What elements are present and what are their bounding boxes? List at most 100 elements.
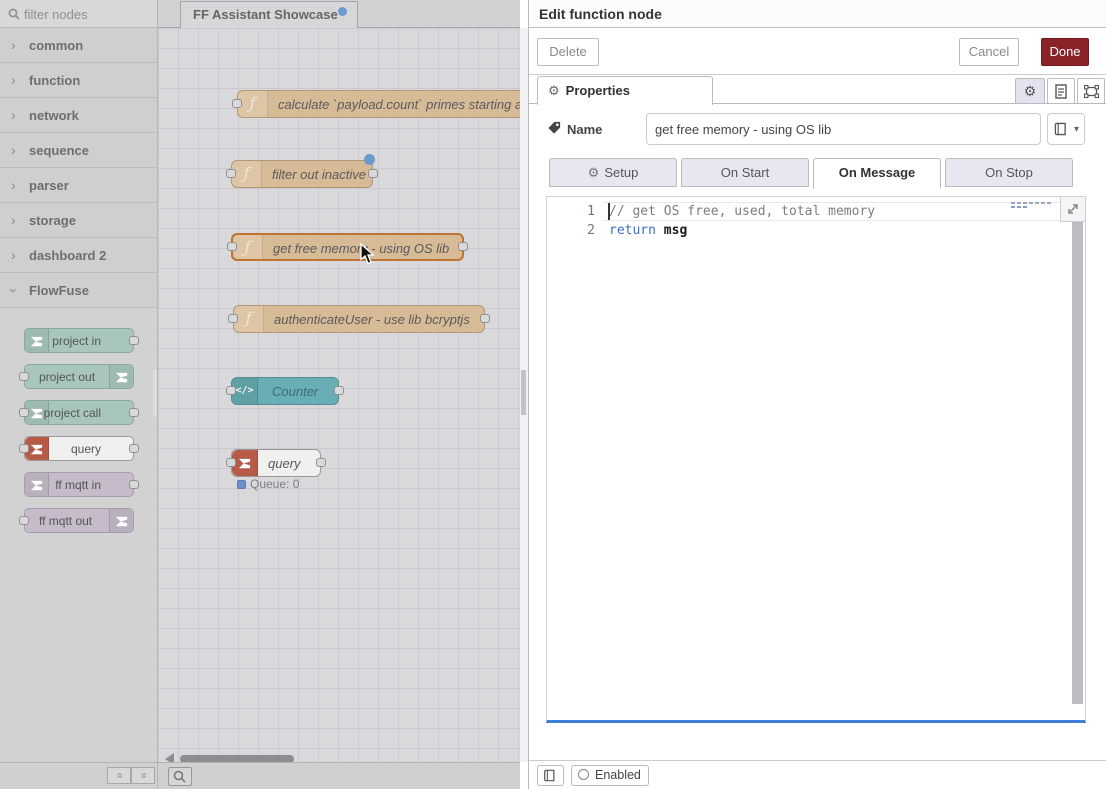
palette-category-storage[interactable]: ›storage — [0, 203, 157, 238]
modified-dot — [338, 7, 347, 16]
hscroll-thumb[interactable] — [180, 755, 294, 762]
canvas-vscroll-thumb[interactable] — [521, 370, 526, 415]
palette-category-network[interactable]: ›network — [0, 98, 157, 133]
properties-view-button[interactable]: ⚙ — [1015, 78, 1045, 104]
node-port — [19, 408, 29, 417]
palette-category-function[interactable]: ›function — [0, 63, 157, 98]
modified-dot — [364, 154, 375, 165]
function-icon: ƒ — [233, 235, 263, 259]
edit-dialog: Edit function node Delete Cancel Done ⚙P… — [528, 0, 1106, 789]
done-button[interactable]: Done — [1041, 38, 1089, 66]
delete-button[interactable]: Delete — [537, 38, 599, 66]
palette-category-sequence[interactable]: ›sequence — [0, 133, 157, 168]
node-red-app: ›common ›function ›network ›sequence ›pa… — [0, 0, 1106, 789]
tab-properties[interactable]: ⚙Properties — [537, 76, 713, 105]
dialog-header: Edit function node — [529, 0, 1106, 28]
status-dot-icon — [237, 480, 246, 489]
gear-icon: ⚙ — [1024, 83, 1037, 99]
expand-all-button[interactable]: » — [131, 767, 155, 784]
palette-category-flowfuse[interactable]: ›FlowFuse — [0, 273, 157, 308]
palette-category-common[interactable]: ›common — [0, 28, 157, 63]
template-node-counter[interactable]: </> Counter — [231, 377, 339, 405]
node-port — [19, 372, 29, 381]
palette-category-dashboard2[interactable]: ›dashboard 2 — [0, 238, 157, 273]
library-dropdown-button[interactable]: ▾ — [1047, 113, 1085, 145]
description-view-button[interactable] — [1047, 78, 1075, 104]
node-port — [226, 458, 236, 467]
tag-icon — [547, 120, 562, 135]
node-port — [129, 480, 139, 489]
palette-node-project-call[interactable]: project call — [24, 400, 134, 425]
workspace-tab[interactable]: FF Assistant Showcase — [180, 1, 358, 28]
palette-category-parser[interactable]: ›parser — [0, 168, 157, 203]
flowfuse-logo-icon — [109, 509, 133, 532]
node-port — [368, 169, 378, 178]
chevron-right-icon: › — [11, 63, 16, 98]
library-button[interactable] — [537, 765, 564, 786]
function-node-get-free-memory[interactable]: ƒ get free memory - using OS lib — [231, 233, 464, 261]
palette-filter-input[interactable] — [24, 3, 144, 25]
expand-icon — [1066, 202, 1080, 216]
chevron-right-icon: › — [11, 203, 16, 238]
function-icon: ƒ — [234, 306, 264, 332]
dialog-title: Edit function node — [539, 6, 662, 22]
tab-on-message[interactable]: On Message — [813, 158, 941, 189]
tab-setup[interactable]: ⚙Setup — [549, 158, 677, 187]
tab-on-stop[interactable]: On Stop — [945, 158, 1073, 187]
function-node-filter-out-inactive[interactable]: ƒ filter out inactive — [231, 160, 373, 188]
palette-scrollbar-thumb[interactable] — [153, 370, 157, 416]
flowfuse-logo-icon — [25, 329, 49, 352]
editor-scrollbar[interactable] — [1072, 199, 1083, 704]
collapse-all-button[interactable]: « — [107, 767, 131, 784]
code-line-1: 1 // get OS free, used, total memory — [547, 202, 1085, 221]
palette-search[interactable] — [0, 0, 157, 28]
node-status: Queue: 0 — [237, 477, 299, 491]
chevron-right-icon: › — [11, 168, 16, 203]
document-icon — [1055, 84, 1067, 99]
node-port — [480, 314, 490, 323]
palette-node-project-out[interactable]: project out — [24, 364, 134, 389]
cancel-button[interactable]: Cancel — [959, 38, 1019, 66]
node-port — [129, 444, 139, 453]
double-chevron-up-icon: « — [112, 772, 127, 778]
workspace-tab-bar: FF Assistant Showcase — [158, 0, 520, 28]
code-line-2: 2 return msg — [547, 221, 1085, 240]
chevron-right-icon: › — [11, 28, 16, 63]
name-label: Name — [567, 122, 602, 137]
canvas-grid[interactable]: ƒ calculate `payload.count` primes start… — [158, 28, 520, 762]
query-node[interactable]: query — [231, 449, 321, 477]
enabled-toggle-button[interactable]: Enabled — [571, 765, 649, 786]
book-icon — [1054, 122, 1067, 136]
selection-box-icon — [1084, 84, 1099, 99]
palette-footer: « » — [0, 762, 158, 789]
chevron-down-icon: › — [0, 288, 31, 293]
mouse-cursor — [360, 243, 378, 265]
chevron-right-icon: › — [11, 133, 16, 168]
name-input[interactable] — [646, 113, 1041, 145]
flow-canvas[interactable]: FF Assistant Showcase ƒ calculate `paylo… — [158, 0, 520, 762]
search-icon — [173, 770, 186, 783]
node-port — [226, 386, 236, 395]
gear-icon: ⚙ — [588, 165, 600, 180]
caret-down-icon: ▾ — [1074, 124, 1079, 135]
palette-node-ff-mqtt-in[interactable]: ff mqtt in — [24, 472, 134, 497]
appearance-view-button[interactable] — [1077, 78, 1105, 104]
flowfuse-logo-icon — [109, 365, 133, 388]
hscroll-left-arrow[interactable] — [165, 753, 174, 762]
function-icon: ƒ — [232, 161, 262, 187]
tab-on-start[interactable]: On Start — [681, 158, 809, 187]
palette-node-ff-mqtt-out[interactable]: ff mqtt out — [24, 508, 134, 533]
node-port — [226, 169, 236, 178]
name-row: Name ▾ — [529, 113, 1106, 147]
function-node-calculate-primes[interactable]: ƒ calculate `payload.count` primes start… — [237, 90, 520, 118]
canvas-search-button[interactable] — [168, 767, 192, 786]
canvas-footer — [158, 762, 520, 789]
code-editor[interactable]: 1 // get OS free, used, total memory 2 r… — [546, 196, 1086, 723]
function-node-authenticate-user[interactable]: ƒ authenticateUser - use lib bcryptjs — [233, 305, 485, 333]
search-icon — [8, 8, 20, 20]
node-port — [228, 314, 238, 323]
editor-expand-button[interactable] — [1060, 197, 1085, 222]
node-port — [316, 458, 326, 467]
palette-node-project-in[interactable]: project in — [24, 328, 134, 353]
palette-node-query[interactable]: query — [24, 436, 134, 461]
